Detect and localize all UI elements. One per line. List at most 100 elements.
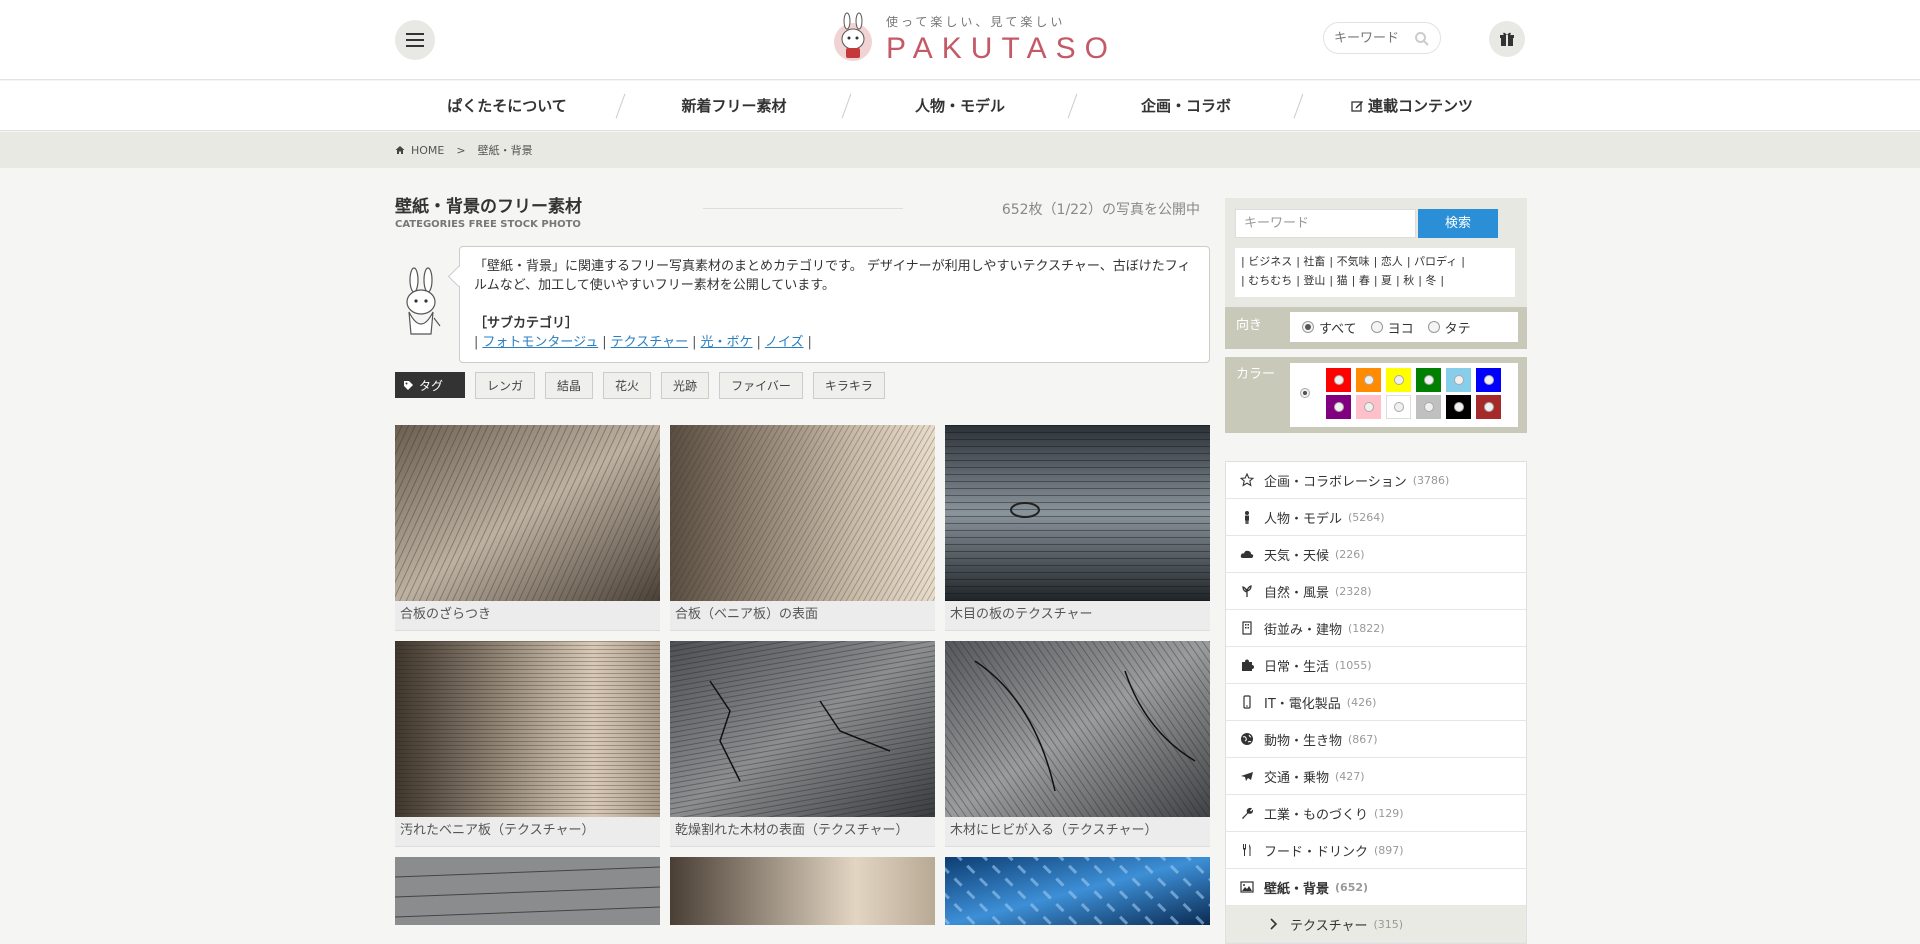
color-swatch[interactable] bbox=[1446, 368, 1471, 392]
keyword-link[interactable]: 恋人 bbox=[1381, 255, 1403, 268]
category-label: 自然・風景 bbox=[1264, 585, 1330, 601]
nav-item-people[interactable]: 人物・モデル bbox=[860, 95, 1060, 116]
tag-button[interactable]: ファイバー bbox=[719, 372, 803, 399]
color-swatch[interactable] bbox=[1386, 395, 1411, 419]
gift-button[interactable] bbox=[1489, 21, 1525, 57]
hamburger-menu-button[interactable] bbox=[395, 20, 435, 60]
radio-icon bbox=[1333, 402, 1344, 412]
color-swatch[interactable] bbox=[1326, 395, 1351, 419]
plane-icon bbox=[1241, 772, 1253, 781]
color-swatch[interactable] bbox=[1386, 368, 1411, 392]
nav-divider bbox=[841, 93, 852, 119]
category-item[interactable]: 動物・生き物 (867) bbox=[1226, 721, 1526, 758]
keyword-link[interactable]: 夏 bbox=[1381, 274, 1392, 287]
color-swatch[interactable] bbox=[1356, 368, 1381, 392]
orientation-radio-all[interactable]: すべて bbox=[1302, 318, 1357, 337]
category-count: (2328) bbox=[1335, 584, 1372, 598]
star-icon bbox=[1240, 473, 1254, 487]
search-icon[interactable] bbox=[1414, 31, 1430, 47]
site-logo[interactable]: 使って楽しい、見て楽しい PAKUTASO bbox=[826, 10, 1108, 66]
subcategory-link[interactable]: 光・ボケ bbox=[701, 335, 753, 350]
keyword-link[interactable]: むちむち bbox=[1248, 274, 1292, 287]
category-item[interactable]: 天気・天候 (226) bbox=[1226, 536, 1526, 573]
radio-icon bbox=[1393, 375, 1404, 385]
header-search-box[interactable] bbox=[1323, 22, 1441, 54]
description-text: 「壁紙・背景」に関連するフリー写真素材のまとめカテゴリです。 デザイナーが利用し… bbox=[474, 259, 1191, 293]
keyword-link[interactable]: 冬 bbox=[1425, 274, 1436, 287]
nav-item-collab[interactable]: 企画・コラボ bbox=[1086, 95, 1286, 116]
photo-card[interactable] bbox=[945, 857, 1210, 925]
logo-tagline: 使って楽しい、見て楽しい bbox=[886, 15, 1066, 29]
cutlery-icon bbox=[1243, 844, 1251, 856]
photo-caption: 合板のざらつき bbox=[395, 601, 660, 631]
category-item[interactable]: 企画・コラボレーション (3786) bbox=[1226, 462, 1526, 499]
photo-thumbnail bbox=[395, 425, 660, 601]
radio-icon bbox=[1483, 375, 1494, 385]
color-swatch[interactable] bbox=[1416, 395, 1441, 419]
category-item[interactable]: IT・電化製品 (426) bbox=[1226, 684, 1526, 721]
keyword-link[interactable]: ビジネス bbox=[1248, 255, 1292, 268]
color-swatch-all[interactable] bbox=[1294, 381, 1316, 405]
category-item[interactable]: 街並み・建物 (1822) bbox=[1226, 610, 1526, 647]
photo-card[interactable]: 木目の板のテクスチャー bbox=[945, 425, 1210, 631]
category-count: (652) bbox=[1335, 880, 1369, 894]
category-item[interactable]: 工業・ものづくり (129) bbox=[1226, 795, 1526, 832]
orientation-radio-portrait[interactable]: タテ bbox=[1427, 318, 1471, 337]
sidebar-search-button[interactable]: 検索 bbox=[1418, 209, 1498, 238]
page-subtitle: CATEGORIES FREE STOCK PHOTO bbox=[395, 219, 581, 230]
photo-card[interactable]: 合板のざらつき bbox=[395, 425, 660, 631]
category-item[interactable]: 交通・乗物 (427) bbox=[1226, 758, 1526, 795]
category-label: テクスチャー bbox=[1290, 918, 1368, 934]
category-item[interactable]: フード・ドリンク (897) bbox=[1226, 832, 1526, 869]
keyword-link[interactable]: 春 bbox=[1359, 274, 1370, 287]
keyword-link[interactable]: 不気味 bbox=[1337, 255, 1370, 268]
nav-divider bbox=[1293, 93, 1304, 119]
menu-bar-icon bbox=[406, 45, 424, 47]
color-swatch[interactable] bbox=[1446, 395, 1471, 419]
breadcrumb-separator: > bbox=[456, 143, 466, 157]
keyword-link[interactable]: パロディ bbox=[1414, 255, 1457, 268]
keyword-link[interactable]: 社畜 bbox=[1303, 255, 1325, 268]
radio-icon bbox=[1333, 375, 1344, 385]
tag-button[interactable]: 結晶 bbox=[545, 372, 594, 399]
category-item[interactable]: 壁紙・背景 (652) bbox=[1226, 869, 1526, 906]
subcategory-link[interactable]: フォトモンタージュ bbox=[482, 335, 598, 350]
color-swatch[interactable] bbox=[1356, 395, 1381, 419]
color-swatch[interactable] bbox=[1476, 395, 1501, 419]
keyword-link[interactable]: 猫 bbox=[1337, 274, 1348, 287]
color-swatch[interactable] bbox=[1326, 368, 1351, 392]
photo-card[interactable]: 乾燥割れた木材の表面（テクスチャー） bbox=[670, 641, 935, 847]
keyword-link[interactable]: 秋 bbox=[1403, 274, 1414, 287]
sidebar-search-input[interactable]: キーワード bbox=[1235, 209, 1416, 238]
breadcrumb-home-link[interactable]: HOME bbox=[411, 144, 444, 157]
nav-item-new-photos[interactable]: 新着フリー素材 bbox=[634, 95, 834, 116]
category-item[interactable]: 自然・風景 (2328) bbox=[1226, 573, 1526, 610]
subcategory-heading: ［サブカテゴリ］ bbox=[474, 316, 579, 331]
color-swatch[interactable] bbox=[1416, 368, 1441, 392]
photo-caption: 木材にヒビが入る（テクスチャー） bbox=[945, 817, 1210, 847]
category-item[interactable]: 日常・生活 (1055) bbox=[1226, 647, 1526, 684]
orientation-radio-landscape[interactable]: ヨコ bbox=[1370, 318, 1414, 337]
color-label: カラー bbox=[1236, 367, 1276, 382]
keyword-link[interactable]: 登山 bbox=[1303, 274, 1325, 287]
tag-button[interactable]: 花火 bbox=[603, 372, 652, 399]
header-search-input[interactable] bbox=[1334, 29, 1414, 47]
category-list: 企画・コラボレーション (3786) 人物・モデル (5264) 天気・天候 (226) 自… bbox=[1225, 461, 1527, 944]
global-nav: ぱくたそについて 新着フリー素材 人物・モデル 企画・コラボ 連載コンテンツ bbox=[0, 81, 1920, 131]
color-swatch[interactable] bbox=[1476, 368, 1501, 392]
tag-button[interactable]: キラキラ bbox=[812, 372, 885, 399]
subcategory-link[interactable]: テクスチャー bbox=[611, 335, 688, 350]
photo-card[interactable]: 汚れたベニア板（テクスチャー） bbox=[395, 641, 660, 847]
photo-card[interactable]: 木材にヒビが入る（テクスチャー） bbox=[945, 641, 1210, 847]
photo-card[interactable] bbox=[395, 857, 660, 925]
photo-thumbnail bbox=[670, 425, 935, 601]
photo-card[interactable]: 合板（ベニア板）の表面 bbox=[670, 425, 935, 631]
category-label: 壁紙・背景 bbox=[1264, 881, 1330, 897]
category-item[interactable]: 人物・モデル (5264) bbox=[1226, 499, 1526, 536]
tag-button[interactable]: レンガ bbox=[475, 372, 536, 399]
photo-card[interactable] bbox=[670, 857, 935, 925]
subcategory-link[interactable]: ノイズ bbox=[765, 335, 804, 350]
tag-button[interactable]: 光跡 bbox=[661, 372, 710, 399]
nav-item-about[interactable]: ぱくたそについて bbox=[407, 95, 607, 116]
nav-item-series[interactable]: 連載コンテンツ bbox=[1312, 95, 1512, 116]
